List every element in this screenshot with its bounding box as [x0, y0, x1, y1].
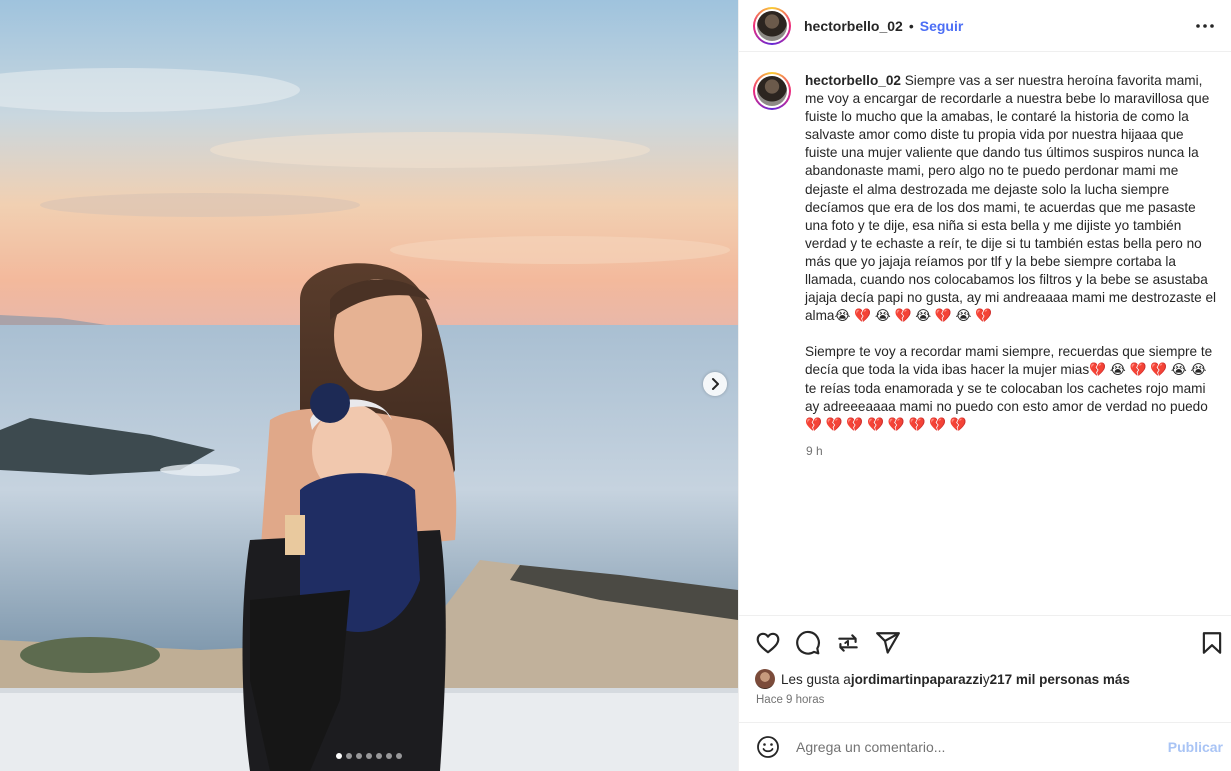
caption-paragraph-1: hectorbello_02 Siempre vas a ser nuestra… — [805, 72, 1218, 325]
username-link[interactable]: hectorbello_02 — [804, 18, 903, 34]
caption-timestamp[interactable]: 9 h — [806, 444, 1218, 458]
chevron-right-icon — [712, 378, 719, 390]
carousel-dot — [346, 753, 352, 759]
repost-icon[interactable] — [835, 630, 861, 656]
likes-count[interactable]: 217 mil personas más — [990, 672, 1130, 687]
caption-text: hectorbello_02 Siempre vas a ser nuestra… — [805, 72, 1218, 434]
liker-avatar[interactable] — [755, 669, 775, 689]
likes-prefix: Les gusta a — [781, 671, 851, 687]
separator-dot: • — [908, 17, 914, 34]
avatar[interactable] — [753, 6, 791, 45]
caption-section: hectorbello_02 Siempre vas a ser nuestra… — [739, 52, 1231, 615]
comment-icon[interactable] — [795, 630, 821, 656]
carousel-dot — [376, 753, 382, 759]
carousel-dot — [386, 753, 392, 759]
action-bar — [739, 615, 1231, 669]
carousel-dot — [336, 753, 342, 759]
more-options-icon — [1196, 24, 1214, 28]
post-side-panel: hectorbello_02 • Seguir hectorbello_02 S… — [738, 0, 1231, 771]
caption-paragraph-2: Siempre te voy a recordar mami siempre, … — [805, 344, 1213, 432]
comment-input[interactable] — [796, 739, 1156, 755]
emoji-icon[interactable] — [756, 735, 780, 759]
beach-sunset-photo — [0, 0, 738, 771]
carousel-dots — [0, 753, 738, 759]
post-header: hectorbello_02 • Seguir — [739, 0, 1231, 52]
publish-button[interactable]: Publicar — [1168, 739, 1223, 755]
carousel-dot — [356, 753, 362, 759]
likes-middle: y — [982, 671, 990, 687]
paper-plane-icon[interactable] — [875, 630, 901, 656]
post-time-ago[interactable]: Hace 9 horas — [756, 694, 824, 706]
next-slide-button[interactable] — [703, 372, 727, 396]
comment-bar: Publicar — [739, 722, 1231, 771]
post-photo[interactable] — [0, 0, 738, 771]
carousel-dot — [396, 753, 402, 759]
caption-body-1: Siempre vas a ser nuestra heroína favori… — [805, 73, 1217, 324]
more-options-button[interactable] — [1193, 14, 1217, 38]
liker-username[interactable]: jordimartinpaparazzi — [851, 672, 983, 687]
heart-icon[interactable] — [755, 630, 781, 656]
bookmark-icon[interactable] — [1199, 630, 1225, 656]
likes-summary: Les gusta a jordimartinpaparazzi y 217 m… — [755, 669, 1130, 689]
caption-username[interactable]: hectorbello_02 — [805, 73, 901, 88]
carousel-dot — [366, 753, 372, 759]
caption-avatar[interactable] — [753, 72, 791, 110]
follow-button[interactable]: Seguir — [920, 18, 964, 34]
